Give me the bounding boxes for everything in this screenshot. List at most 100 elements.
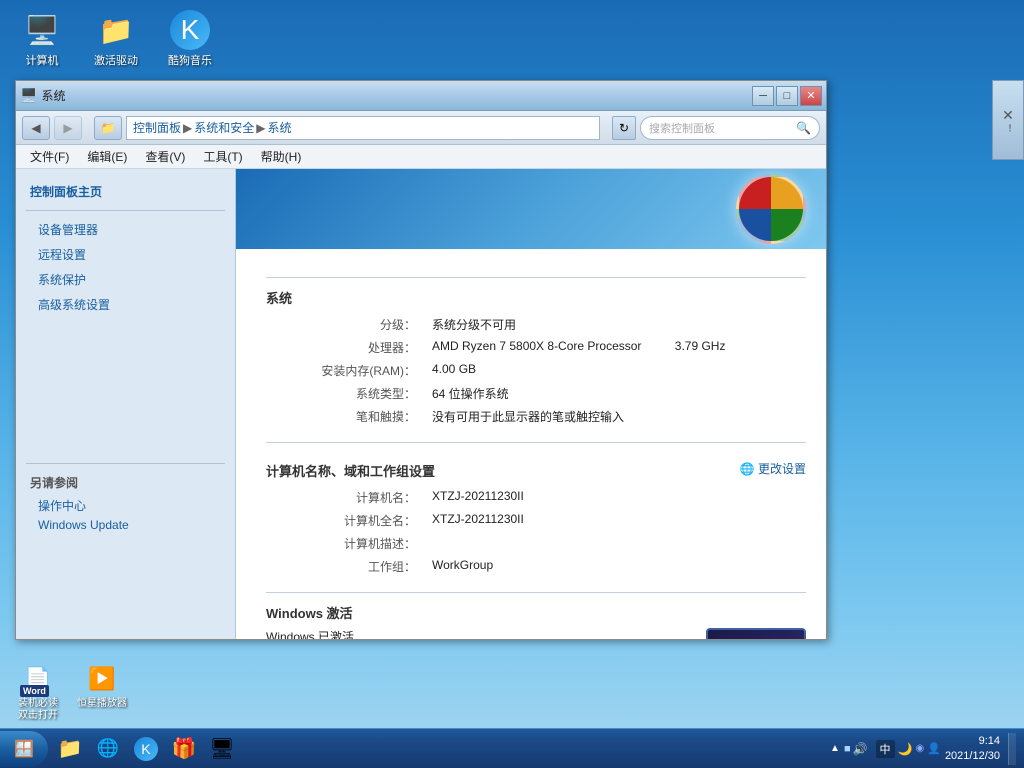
maximize-button[interactable]: □ [776,86,798,106]
sidebar-link-advanced[interactable]: 高级系统设置 [16,292,235,317]
table-row: 处理器： AMD Ryzen 7 5800X 8-Core Processor … [266,336,806,359]
close-button[interactable]: ✕ [800,86,822,106]
title-bar: 🖥️ 系统 ─ □ ✕ [16,81,826,111]
desktop-icon-video-player[interactable]: ▶️ 恒星播放器 [74,661,130,722]
tray-icons: 中 🌙 ◉ 👤 [876,740,941,758]
processor-name: AMD Ryzen 7 5800X 8-Core Processor [432,339,641,353]
section-computer-header: 计算机名称、域和工作组设置 [266,461,435,480]
tray-moon-icon[interactable]: 🌙 [898,742,913,756]
word-badge: Word [20,685,49,697]
menu-view[interactable]: 查看(V) [137,146,193,167]
menu-file[interactable]: 文件(F) [22,146,77,167]
close-icon[interactable]: ✕ [1002,107,1014,124]
video-player-label: 恒星播放器 [77,698,127,710]
divider-activation [266,592,806,593]
panel-text: ！ [1002,124,1015,133]
taskbar-screen[interactable]: 🖥 [204,733,240,765]
activation-content: Windows 已激活 产品 ID： 00426-OEM-8992662-001… [266,628,806,639]
show-desktop-btn[interactable] [1008,733,1016,765]
music-icon: K [170,10,210,50]
system-window: 🖥️ 系统 ─ □ ✕ ◀ ▶ 📁 控制面板 ▶ 系统和安全 ▶ 系统 ↻ 搜索… [15,80,827,640]
value-systype: 64 位操作系统 [426,382,806,405]
value-processor: AMD Ryzen 7 5800X 8-Core Processor 3.79 … [426,336,806,359]
divider-computer [266,442,806,443]
desktop-icon-label-computer: 计算机 [26,52,59,68]
desktop-icon-label-driver: 激活驱动 [94,52,138,68]
section-activation-header: Windows 激活 [266,603,806,622]
computer-icon: 🖥️ [22,10,62,50]
tray-dot-icon: ◉ [916,743,925,754]
value-rating[interactable]: 系统分级不可用 [426,313,806,336]
sidebar-divider-1 [26,210,225,211]
right-side-panel: ✕ ！ [992,80,1024,160]
label-processor: 处理器： [266,336,426,359]
desktop-icon-driver[interactable]: 📁 激活驱动 [84,10,148,68]
tray-icon-network: ■ [844,743,851,755]
notification-area: ▲ ■ 🔊 [824,741,872,756]
explorer-icon: 📁 [57,736,82,761]
sidebar-home-link[interactable]: 控制面板主页 [16,179,235,204]
tray-expand-arrow[interactable]: ▲ [828,741,842,756]
tray-icon-sound[interactable]: 🔊 [853,742,868,756]
label-computer-name: 计算机名： [266,486,426,509]
label-systype: 系统类型： [266,382,426,405]
activation-text-area: Windows 已激活 产品 ID： 00426-OEM-8992662-001… [266,628,676,639]
badge-title: 使用 微软 软件 [730,638,782,639]
refresh-button[interactable]: ↻ [612,116,636,140]
activation-status: Windows 已激活 [266,628,676,639]
sidebar-action-center[interactable]: 操作中心 [16,495,235,516]
taskbar: 🪟 📁 🌐 K 🎁 🖥 ▲ ■ 🔊 中 🌙 ◉ 👤 [0,728,1024,768]
menu-edit[interactable]: 编辑(E) [79,146,135,167]
search-icon[interactable]: 🔍 [796,121,811,135]
breadcrumb-system[interactable]: 系统 [268,119,292,136]
label-touch: 笔和触摸： [266,405,426,428]
value-computer-fullname: XTZJ-20211230II [426,509,806,532]
content-area: 控制面板主页 设备管理器 远程设置 系统保护 高级系统设置 另请参阅 操作中心 … [16,169,826,639]
forward-button[interactable]: ▶ [54,116,82,140]
address-path[interactable]: 控制面板 ▶ 系统和安全 ▶ 系统 [126,116,600,140]
tray-user-icon[interactable]: 👤 [927,742,941,755]
sidebar-windows-update[interactable]: Windows Update [16,516,235,534]
divider-top [266,277,806,278]
tray-chinese-input[interactable]: 中 [876,740,895,758]
system-info-table: 分级： 系统分级不可用 处理器： AMD Ryzen 7 5800X 8-Cor… [266,313,806,428]
desktop-icon-computer[interactable]: 🖥️ 计算机 [10,10,74,68]
sidebar-link-device-manager[interactable]: 设备管理器 [16,217,235,242]
table-row: 笔和触摸： 没有可用于此显示器的笔或触控输入 [266,405,806,428]
value-touch: 没有可用于此显示器的笔或触控输入 [426,405,806,428]
menu-help[interactable]: 帮助(H) [253,146,310,167]
sidebar-link-remote[interactable]: 远程设置 [16,242,235,267]
desktop-icon-music[interactable]: K 酷狗音乐 [158,10,222,68]
title-bar-controls: ─ □ ✕ [752,86,822,106]
taskbar-desktop-icons: 📄 Word 装机必读双击打开 ▶️ 恒星播放器 [0,657,140,726]
search-box[interactable]: 搜索控制面板 🔍 [640,116,820,140]
section-system-header: 系统 [266,288,806,307]
breadcrumb-cp[interactable]: 控制面板 [133,119,181,136]
sidebar-divider-2 [26,463,225,464]
table-row: 计算机名： XTZJ-20211230II [266,486,806,509]
back-button[interactable]: ◀ [22,116,50,140]
clock-date: 2021/12/30 [945,749,1000,763]
main-panel: 系统 分级： 系统分级不可用 处理器： AMD Ryzen 7 5800X 8-… [236,169,826,639]
taskbar-explorer[interactable]: 📁 [52,733,88,765]
system-clock[interactable]: 9:14 2021/12/30 [945,734,1000,763]
taskbar-items: 📁 🌐 K 🎁 🖥 [48,733,816,765]
change-settings-link[interactable]: 🌐 更改设置 [740,460,806,477]
start-button[interactable]: 🪟 [0,731,48,767]
label-computer-fullname: 计算机全名： [266,509,426,532]
desktop-icon-word-install[interactable]: 📄 Word 装机必读双击打开 [10,661,66,722]
menu-tools[interactable]: 工具(T) [195,146,250,167]
address-bar: ◀ ▶ 📁 控制面板 ▶ 系统和安全 ▶ 系统 ↻ 搜索控制面板 🔍 [16,111,826,145]
value-computer-desc [426,532,806,555]
folder-icon: 📁 [94,116,122,140]
taskbar-ie[interactable]: 🌐 [90,733,126,765]
window-title: 系统 [41,87,65,104]
sidebar-link-protection[interactable]: 系统保护 [16,267,235,292]
taskbar-gift[interactable]: 🎁 [166,733,202,765]
breadcrumb-security[interactable]: 系统和安全 [194,119,254,136]
minimize-button[interactable]: ─ [752,86,774,106]
word-install-icon: 📄 Word [20,661,56,697]
table-row: 分级： 系统分级不可用 [266,313,806,336]
taskbar-kkplayer[interactable]: K [128,733,164,765]
clock-time: 9:14 [945,734,1000,748]
